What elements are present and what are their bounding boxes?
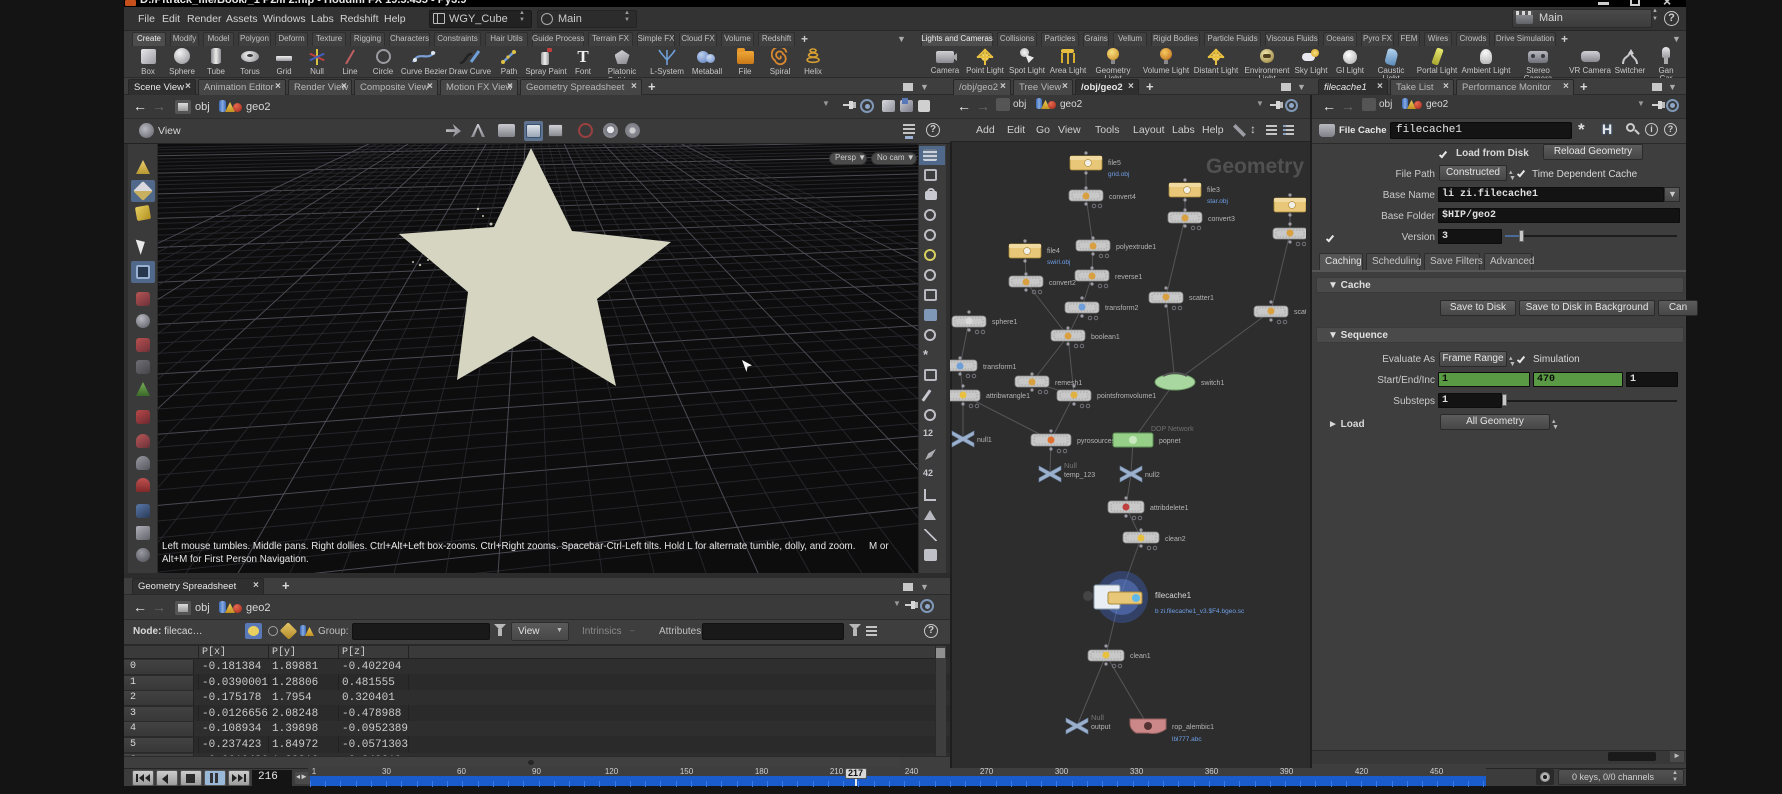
svg-text:clean1: clean1	[1130, 653, 1151, 660]
svg-text:scatter1: scatter1	[1189, 295, 1214, 302]
svg-text:output: output	[1091, 724, 1111, 731]
svg-text:grid.obj: grid.obj	[1108, 171, 1129, 178]
svg-text:polyextrude1: polyextrude1	[1116, 244, 1156, 251]
svg-text:file3: file3	[1207, 187, 1220, 194]
svg-text:temp_123: temp_123	[1064, 472, 1095, 479]
svg-text:file4: file4	[1047, 248, 1060, 255]
svg-text:popnet: popnet	[1159, 438, 1180, 445]
svg-text:filecache1: filecache1	[1155, 591, 1192, 600]
svg-text:attribwrangle1: attribwrangle1	[986, 393, 1030, 400]
svg-text:b zi.filecache1_v3.$F4.bgeo.sc: b zi.filecache1_v3.$F4.bgeo.sc	[1155, 608, 1245, 615]
svg-text:convert2: convert2	[1049, 280, 1076, 287]
svg-text:Null: Null	[1091, 713, 1104, 722]
svg-text:swirl.obj: swirl.obj	[1047, 259, 1070, 266]
svg-text:null1: null1	[977, 437, 992, 444]
svg-text:transform2: transform2	[1105, 305, 1139, 312]
svg-text:boolean1: boolean1	[1091, 334, 1120, 341]
svg-text:sphere1: sphere1	[992, 319, 1017, 326]
svg-text:convert4: convert4	[1109, 194, 1136, 201]
svg-text:remesh1: remesh1	[1055, 380, 1082, 387]
svg-text:scatter: scatter	[1294, 309, 1306, 316]
svg-text:attribdelete1: attribdelete1	[1150, 505, 1189, 512]
svg-text:convert3: convert3	[1208, 216, 1235, 223]
svg-text:switch1: switch1	[1201, 380, 1224, 387]
svg-text:pointsfromvolume1: pointsfromvolume1	[1097, 393, 1156, 400]
svg-text:reverse1: reverse1	[1115, 274, 1142, 281]
svg-text:Null: Null	[1064, 461, 1077, 470]
svg-text:null2: null2	[1145, 472, 1160, 479]
svg-text:file5: file5	[1108, 160, 1121, 167]
svg-text:lbl777.abc: lbl777.abc	[1172, 736, 1202, 743]
svg-text:star.obj: star.obj	[1207, 198, 1228, 205]
svg-text:DOP Network: DOP Network	[1151, 426, 1194, 433]
svg-text:clean2: clean2	[1165, 536, 1186, 543]
svg-text:rop_alembic1: rop_alembic1	[1172, 724, 1214, 731]
svg-text:transform1: transform1	[983, 364, 1017, 371]
